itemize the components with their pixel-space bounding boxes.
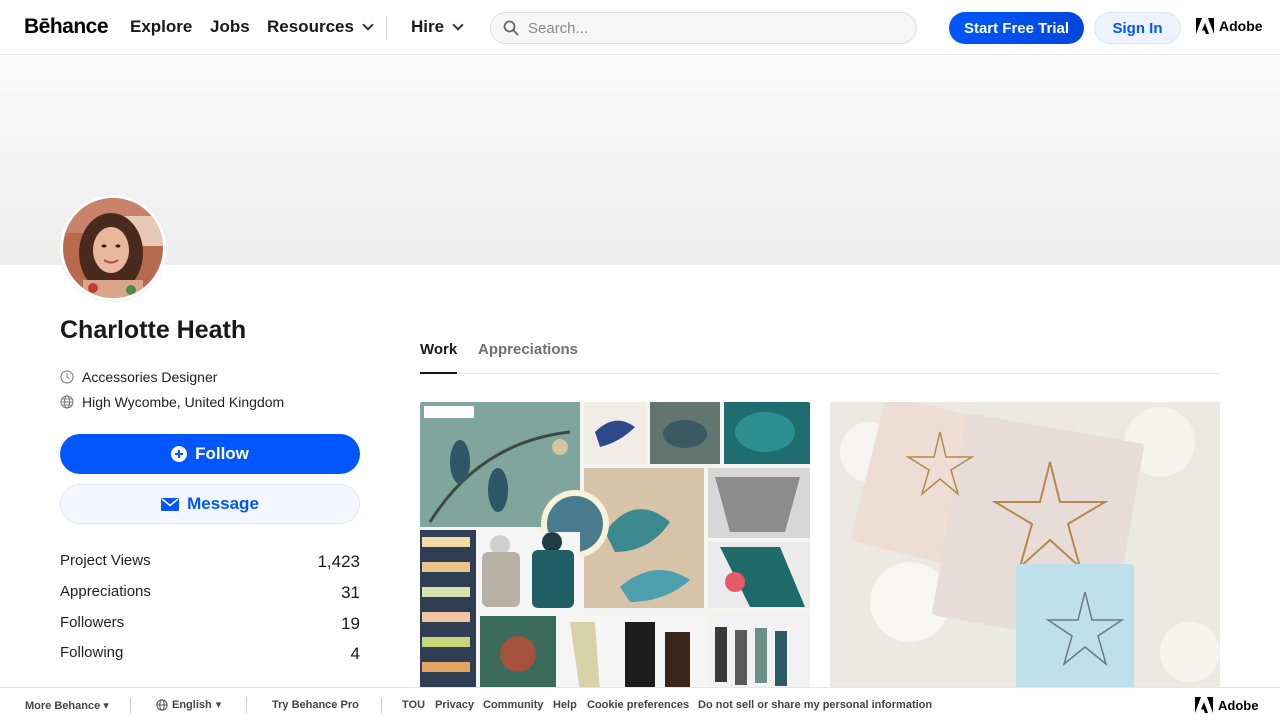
globe-icon <box>60 395 74 409</box>
stat-label: Appreciations <box>60 583 151 600</box>
project-card-dream-odyssey[interactable] <box>830 402 1220 692</box>
nav-explore[interactable]: Explore <box>130 17 192 37</box>
footer-tou[interactable]: TOU <box>402 699 425 711</box>
occupation-icon <box>60 370 74 384</box>
location-text: High Wycombe, United Kingdom <box>82 394 285 410</box>
footer-community[interactable]: Community <box>483 699 544 711</box>
occupation-row: Accessories Designer <box>60 369 217 385</box>
footer-try-pro[interactable]: Try Behance Pro <box>272 699 359 711</box>
chevron-down-icon <box>452 19 464 31</box>
tab-work[interactable]: Work <box>420 341 458 374</box>
stat-value: 4 <box>350 644 360 663</box>
chevron-down-icon <box>362 19 374 31</box>
stat-project-views: Project Views 1,423 <box>60 552 360 572</box>
avatar <box>60 195 166 301</box>
location-row: High Wycombe, United Kingdom <box>60 394 284 410</box>
project-thumbnail-moodboard <box>420 402 810 692</box>
envelope-icon <box>161 497 180 511</box>
caret-down-icon: ▾ <box>215 699 222 711</box>
footer-divider <box>246 697 247 713</box>
stat-value: 19 <box>341 614 360 633</box>
tab-appreciations[interactable]: Appreciations <box>478 341 578 372</box>
footer-label: English <box>172 698 212 711</box>
footer-divider <box>381 697 382 713</box>
footer-bar: More Behance ▾ English ▾ Try Behance Pro… <box>0 687 1280 720</box>
footer-divider <box>130 697 131 713</box>
footer-language[interactable]: English ▾ <box>156 698 221 711</box>
footer-cookie-preferences[interactable]: Cookie preferences <box>587 699 689 711</box>
nav-resources-label: Resources <box>267 17 354 36</box>
globe-icon <box>156 698 168 711</box>
footer-help[interactable]: Help <box>553 699 577 711</box>
stat-label: Followers <box>60 614 125 631</box>
stat-appreciations: Appreciations 31 <box>60 583 360 603</box>
footer-do-not-sell[interactable]: Do not sell or share my personal informa… <box>698 699 932 711</box>
plus-circle-icon <box>171 446 188 462</box>
adobe-label: Adobe <box>1219 18 1263 34</box>
sign-in-button[interactable]: Sign In <box>1094 12 1181 44</box>
occupation-text: Accessories Designer <box>82 369 218 385</box>
nav-jobs[interactable]: Jobs <box>210 17 250 37</box>
nav-hire-label: Hire <box>411 17 445 36</box>
profile-name: Charlotte Heath <box>60 316 247 344</box>
footer-label: More Behance <box>25 700 101 712</box>
nav-divider <box>386 16 387 40</box>
profile-tabs: Work Appreciations <box>420 340 1220 374</box>
footer-privacy[interactable]: Privacy <box>435 699 474 711</box>
nav-jobs-label: Jobs <box>210 17 250 36</box>
behance-logo[interactable]: Bēhance <box>24 15 109 39</box>
search-bar <box>490 12 917 44</box>
stat-label: Project Views <box>60 552 151 569</box>
search-icon <box>503 20 519 36</box>
message-label: Message <box>187 494 259 513</box>
follow-button[interactable]: Follow <box>60 434 360 474</box>
message-button[interactable]: Message <box>60 484 360 524</box>
adobe-logo[interactable]: Adobe <box>1196 18 1263 34</box>
top-navigation-bar: Bēhance Explore Jobs Resources Hire Star… <box>0 0 1280 55</box>
start-free-trial-button[interactable]: Start Free Trial <box>949 12 1084 44</box>
search-input[interactable] <box>528 13 908 43</box>
adobe-icon <box>1196 18 1214 34</box>
nav-resources[interactable]: Resources <box>267 17 374 37</box>
footer-adobe-logo[interactable]: Adobe <box>1195 697 1258 713</box>
profile-banner <box>0 55 1280 265</box>
adobe-label: Adobe <box>1218 697 1259 713</box>
adobe-icon <box>1195 697 1213 713</box>
follow-label: Follow <box>195 444 249 463</box>
nav-explore-label: Explore <box>130 17 193 36</box>
stat-value: 1,423 <box>317 552 360 571</box>
project-thumbnail-notebooks <box>830 402 1220 692</box>
stat-label: Following <box>60 644 124 661</box>
stat-followers: Followers 19 <box>60 614 360 634</box>
stat-following: Following 4 <box>60 644 360 664</box>
profile-photo <box>63 198 163 298</box>
nav-hire[interactable]: Hire <box>411 17 464 37</box>
stat-value: 31 <box>341 583 360 602</box>
project-card-moodboard[interactable] <box>420 402 810 692</box>
caret-down-icon: ▾ <box>103 700 109 712</box>
footer-more-behance[interactable]: More Behance ▾ <box>25 699 109 712</box>
